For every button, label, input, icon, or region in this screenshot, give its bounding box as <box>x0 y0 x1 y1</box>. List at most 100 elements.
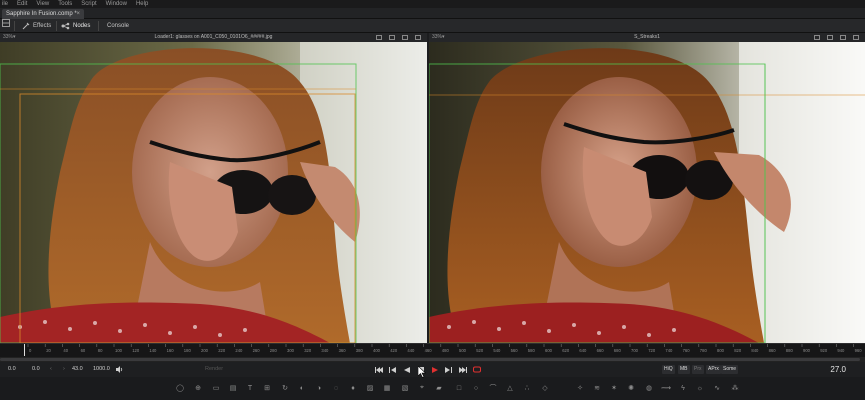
composition-tab[interactable]: Sapphire In Fusion.comp * × <box>2 9 84 19</box>
aprx-toggle[interactable]: APrx <box>706 365 721 374</box>
3d-tool-icon[interactable]: ◇ <box>540 383 550 393</box>
sapphire-grain-icon[interactable]: ⁂ <box>730 383 740 393</box>
layout-icon[interactable] <box>2 19 10 27</box>
timeline-tick-label: 540 <box>493 348 501 353</box>
timeline-tick-label: 440 <box>407 348 415 353</box>
render-start-field[interactable]: 0.0 <box>32 365 40 374</box>
viewer-title: Loader1: glasses on A001_C050_0101O6_###… <box>154 34 273 40</box>
play-icon[interactable] <box>430 365 439 374</box>
lut-icon[interactable] <box>827 35 833 40</box>
sapphire-glow-icon[interactable]: ✧ <box>575 383 585 393</box>
color-corrector-icon[interactable]: ◑ <box>314 383 324 393</box>
step-forward-icon[interactable] <box>444 365 453 374</box>
timeline-ruler[interactable]: 0 20 40 60 80 100 120 140 160 180 200 220 240 260 280 3… <box>0 343 865 357</box>
timeline-tick-label: 780 <box>700 348 708 353</box>
skip-start-icon[interactable] <box>374 365 383 374</box>
left-viewer[interactable]: 33%▾ Loader1: glasses on A001_C050_0101O… <box>0 33 427 343</box>
overflow-icon[interactable] <box>853 35 859 40</box>
console-button[interactable]: Console <box>107 19 129 33</box>
increment-icon[interactable]: › <box>63 365 65 374</box>
menu-window[interactable]: Window <box>106 0 127 8</box>
prx-toggle[interactable]: Prx <box>692 365 704 374</box>
timeline-tick-label: 920 <box>820 348 828 353</box>
menu-edit[interactable]: Edit <box>17 0 27 8</box>
lut-icon[interactable] <box>389 35 395 40</box>
some-toggle[interactable]: Some <box>721 365 739 374</box>
sapphire-zap-icon[interactable]: ϟ <box>678 383 688 393</box>
saver-tool-icon[interactable]: ▤ <box>228 383 238 393</box>
play-reverse-icon[interactable] <box>402 365 411 374</box>
timeline-tick-label: 900 <box>803 348 811 353</box>
overflow-icon[interactable] <box>415 35 421 40</box>
text-tool-icon[interactable]: ⊕ <box>193 383 203 393</box>
volume-icon[interactable] <box>115 365 124 374</box>
decrement-icon[interactable]: ‹ <box>50 365 52 374</box>
blur-tool-icon[interactable]: ◌ <box>331 383 341 393</box>
global-end-field[interactable]: 1000.0 <box>93 365 110 374</box>
sapphire-rays-icon[interactable]: ✺ <box>626 383 636 393</box>
loader-tool-icon[interactable]: ▭ <box>211 383 221 393</box>
timeline-tick-label: 320 <box>304 348 312 353</box>
skip-end-icon[interactable] <box>458 365 467 374</box>
sapphire-flare-icon[interactable]: ✶ <box>609 383 619 393</box>
nodes-icon <box>61 22 70 30</box>
timeline-tick-label: 760 <box>683 348 691 353</box>
channel-tool-icon[interactable]: ▦ <box>382 383 392 393</box>
merge-tool-icon[interactable]: ⊞ <box>262 383 272 393</box>
current-frame[interactable]: 27.0 <box>830 362 846 377</box>
particle-tool-icon[interactable]: ∴ <box>522 383 532 393</box>
effects-button[interactable]: Effects <box>22 19 51 33</box>
mb-toggle[interactable]: MB <box>678 365 690 374</box>
menu-file[interactable]: ile <box>2 0 8 8</box>
effects-icon <box>22 22 30 30</box>
sapphire-warp-icon[interactable]: ∿ <box>712 383 722 393</box>
roi-icon[interactable] <box>814 35 820 40</box>
render-end-field[interactable]: 43.0 <box>72 365 83 374</box>
scroll-bar[interactable] <box>0 358 860 361</box>
step-back-icon[interactable] <box>388 365 397 374</box>
transport-controls: 0.0 0.0 ‹ › 43.0 1000.0 Render HiQ MB Pr… <box>0 362 865 377</box>
text-plus-icon[interactable]: T <box>245 383 255 393</box>
global-start-field[interactable]: 0.0 <box>8 365 16 374</box>
timeline-tick-label: 400 <box>373 348 381 353</box>
timeline-tick-label: 60 <box>81 348 86 353</box>
render-label[interactable]: Render <box>205 365 223 374</box>
hiq-toggle[interactable]: HiQ <box>662 365 675 374</box>
playhead[interactable] <box>24 344 25 356</box>
paint-tool-icon[interactable]: ▧ <box>400 383 410 393</box>
tracker-tool-icon[interactable]: ⌖ <box>417 383 427 393</box>
sapphire-blur-icon[interactable]: ◍ <box>644 383 654 393</box>
roi-icon[interactable] <box>376 35 382 40</box>
tools-bar: ◯ ⊕ ▭ ▤ T ⊞ ↻ ◐ ◑ ◌ ♦ ▨ ▦ ▧ ⌖ ▰ □ ○ ⌒ △ … <box>0 377 865 400</box>
rectangle-mask-icon[interactable]: □ <box>454 383 464 393</box>
timeline-tick-label: 340 <box>321 348 329 353</box>
menu-view[interactable]: View <box>36 0 49 8</box>
background-tool-icon[interactable]: ◯ <box>175 383 185 393</box>
right-viewer-image <box>429 42 865 343</box>
menu-script[interactable]: Script <box>81 0 96 8</box>
composition-tab-title: Sapphire In Fusion.comp * <box>6 11 77 17</box>
nodes-button[interactable]: Nodes <box>61 19 90 33</box>
channel-icon[interactable] <box>402 35 408 40</box>
menu-tools[interactable]: Tools <box>58 0 72 8</box>
bspline-mask-icon[interactable]: ⌒ <box>488 383 498 393</box>
brightness-tool-icon[interactable]: ◐ <box>297 383 307 393</box>
matte-tool-icon[interactable]: ▨ <box>365 383 375 393</box>
loop-icon[interactable] <box>472 365 481 374</box>
timeline-tick-label: 960 <box>855 348 863 353</box>
sapphire-shine-icon[interactable]: ☼ <box>695 383 705 393</box>
ellipse-mask-icon[interactable]: ○ <box>471 383 481 393</box>
right-viewer[interactable]: 33%▾ S_Streaks1 <box>429 33 865 343</box>
polygon-mask-icon[interactable]: ▰ <box>434 383 444 393</box>
bitmap-mask-icon[interactable]: △ <box>505 383 515 393</box>
menu-help[interactable]: Help <box>136 0 148 8</box>
timeline-tick-label: 420 <box>390 348 398 353</box>
sapphire-shake-icon[interactable]: ⟿ <box>661 383 671 393</box>
close-icon[interactable]: × <box>76 9 80 19</box>
channel-icon[interactable] <box>840 35 846 40</box>
timeline-tick-label: 300 <box>287 348 295 353</box>
sapphire-streaks-icon[interactable]: ≋ <box>592 383 602 393</box>
timeline-tick-label: 80 <box>98 348 103 353</box>
transform-tool-icon[interactable]: ↻ <box>280 383 290 393</box>
drop-tool-icon[interactable]: ♦ <box>348 383 358 393</box>
